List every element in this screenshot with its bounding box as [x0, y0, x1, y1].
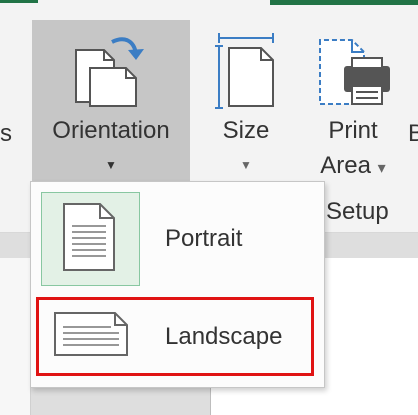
print-area-label-line2: Area ▾ [298, 152, 408, 180]
menu-item-label: Portrait [165, 225, 243, 252]
orientation-button[interactable]: Orientation ▼ [32, 20, 190, 187]
menu-item-landscape[interactable]: Landscape [31, 292, 324, 392]
row-header-column [0, 258, 31, 415]
portrait-page-icon [58, 202, 120, 277]
print-area-icon [316, 32, 392, 117]
landscape-page-icon [51, 309, 131, 364]
menu-item-label: Landscape [165, 323, 283, 350]
print-area-label-text: Area [320, 152, 371, 179]
print-area-button[interactable]: Print Area ▾ [298, 20, 408, 180]
size-button[interactable]: Size ▼ [205, 20, 287, 180]
ribbon-accent-line-left [0, 0, 38, 3]
size-icon [215, 32, 279, 117]
chevron-down-icon: ▾ [377, 160, 386, 177]
chevron-down-icon: ▼ [105, 158, 117, 172]
truncated-ribbon-label: s [0, 120, 12, 147]
orientation-label: Orientation [52, 117, 170, 144]
menu-item-portrait[interactable]: Portrait [31, 189, 324, 289]
chevron-down-icon: ▼ [240, 158, 252, 172]
size-label: Size [222, 117, 270, 144]
print-area-label-line1: Print [328, 117, 378, 144]
truncated-ribbon-label-right: B [408, 120, 418, 147]
group-label: Setup [326, 198, 389, 225]
orientation-dropdown: Portrait Landscape [30, 181, 325, 388]
orientation-icon [70, 32, 150, 113]
